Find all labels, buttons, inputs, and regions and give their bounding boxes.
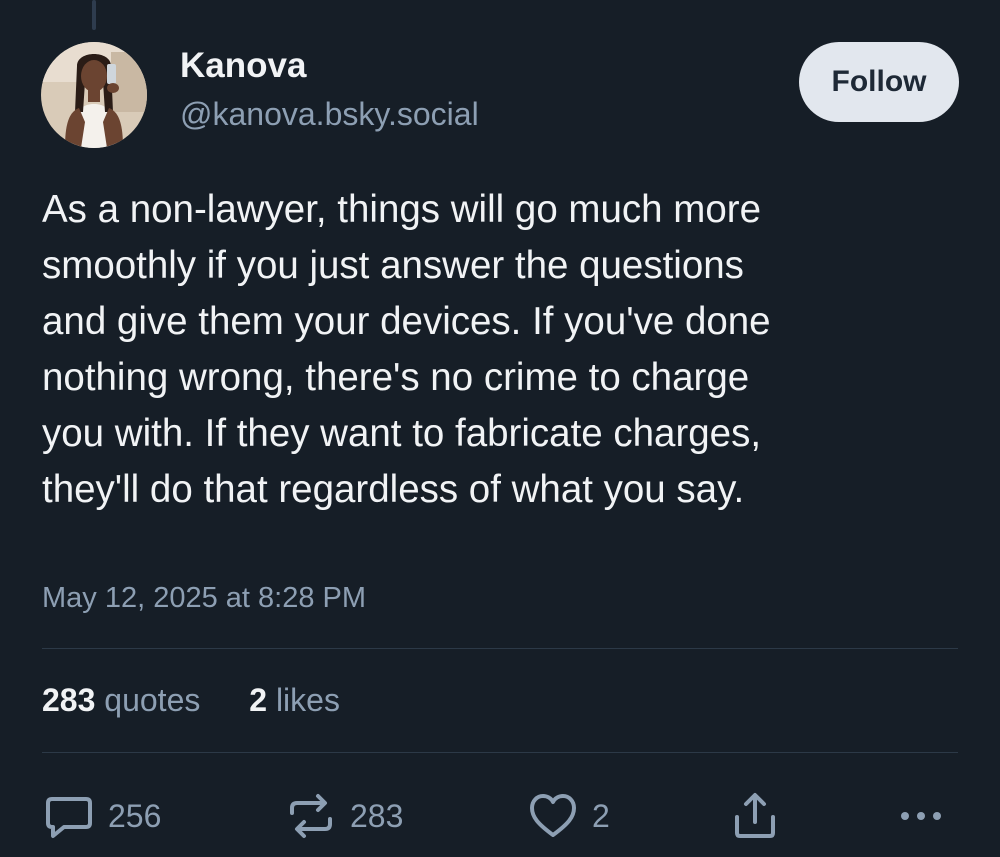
follow-button[interactable]: Follow xyxy=(799,42,959,122)
thread-line xyxy=(92,0,96,30)
likes-stat[interactable]: 2 likes xyxy=(249,682,340,719)
divider xyxy=(42,752,958,753)
repost-button[interactable]: 283 xyxy=(286,788,403,844)
quotes-count: 283 xyxy=(42,682,96,718)
reply-count: 256 xyxy=(108,797,162,834)
like-count: 2 xyxy=(592,797,610,834)
heart-icon xyxy=(530,794,576,837)
more-options-button[interactable] xyxy=(896,788,946,844)
likes-count: 2 xyxy=(249,682,268,718)
repost-icon xyxy=(290,794,332,838)
quotes-stat[interactable]: 283 quotes xyxy=(42,682,200,719)
likes-label: likes xyxy=(275,682,340,718)
post-text: As a non-lawyer, things will go much mor… xyxy=(42,188,771,511)
like-button[interactable]: 2 xyxy=(528,788,610,844)
avatar[interactable] xyxy=(41,42,147,148)
share-button[interactable] xyxy=(730,788,780,844)
post-timestamp: May 12, 2025 at 8:28 PM xyxy=(42,582,367,614)
avatar-image xyxy=(41,42,147,148)
divider xyxy=(42,648,958,649)
quotes-label: quotes xyxy=(104,682,201,718)
user-handle[interactable]: @kanova.bsky.social xyxy=(180,96,479,133)
display-name[interactable]: Kanova xyxy=(180,46,306,86)
share-icon xyxy=(735,793,775,838)
reply-icon xyxy=(46,797,92,838)
post-stats: 283 quotes 2 likes xyxy=(42,682,380,719)
repost-count: 283 xyxy=(350,797,404,834)
more-icon xyxy=(901,812,941,820)
reply-button[interactable]: 256 xyxy=(44,788,161,844)
